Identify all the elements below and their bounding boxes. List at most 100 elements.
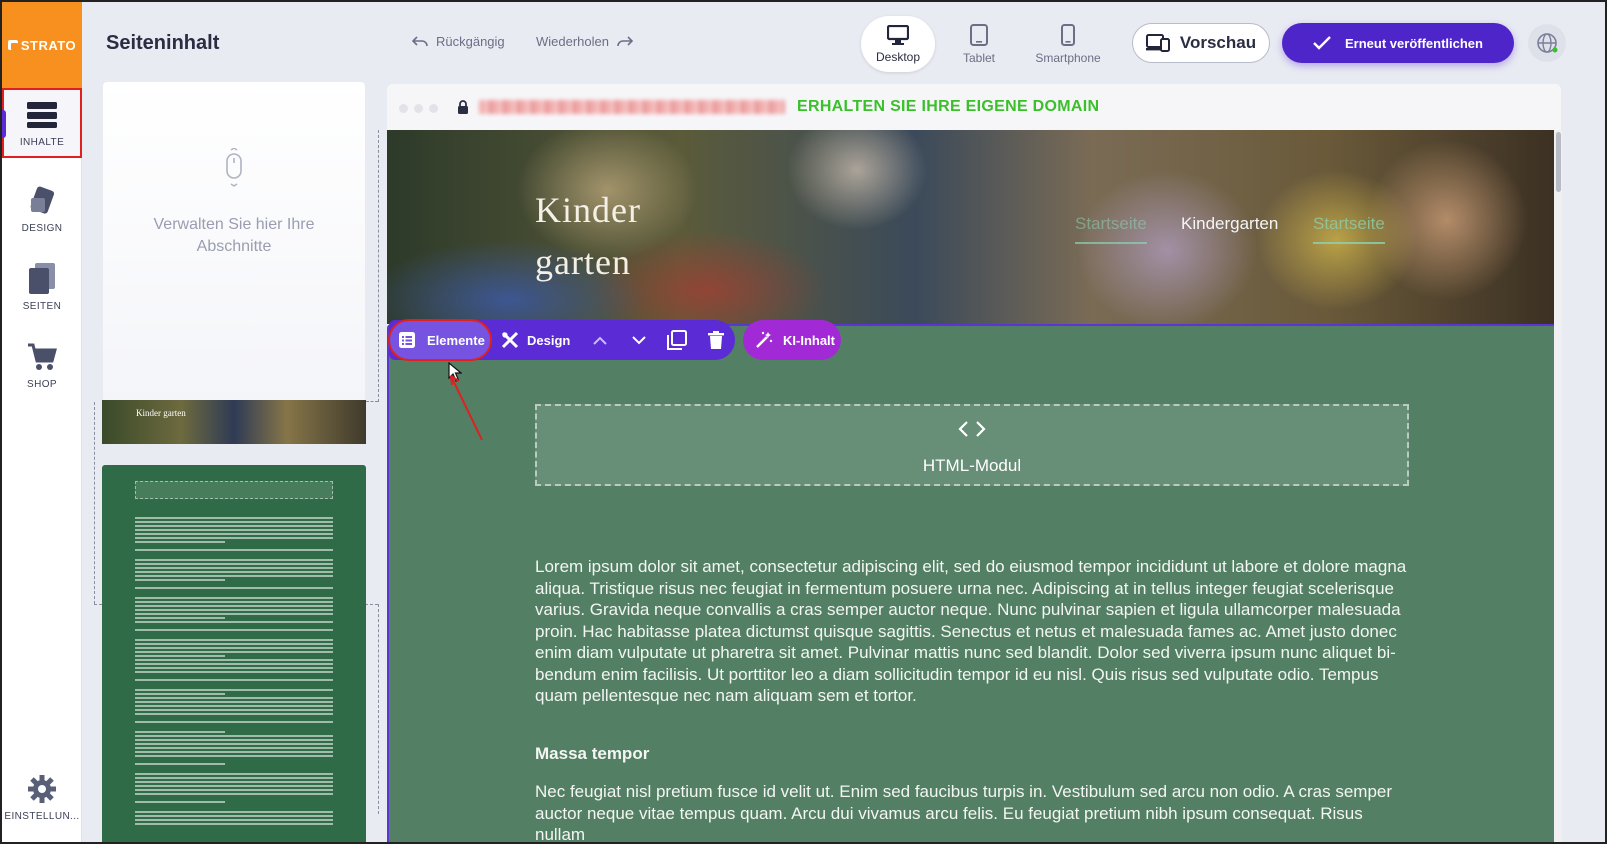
thumbnail-text-line <box>135 751 333 753</box>
thumbnail-text-line <box>135 655 225 657</box>
ai-content-label: KI-Inhalt <box>783 332 835 348</box>
mouse-scroll-icon <box>226 148 242 187</box>
thumbnail-text-line <box>135 705 333 707</box>
thumbnail-text-line <box>135 819 333 821</box>
thumbnail-text-line <box>135 517 333 519</box>
trash-icon <box>708 331 724 349</box>
ai-content-button[interactable]: KI-Inhalt <box>743 320 841 360</box>
tablet-icon <box>970 23 988 46</box>
thumbnail-text-line <box>135 617 225 619</box>
thumbnail-text-line <box>135 701 333 703</box>
rail-label: SEITEN <box>22 300 62 312</box>
content-heading[interactable]: Massa tempor <box>535 744 649 764</box>
redo-button[interactable]: Wiederholen <box>536 34 633 49</box>
html-module[interactable]: HTML-Modul <box>535 404 1409 486</box>
thumbnail-text-line <box>135 525 333 527</box>
rail-item-shop[interactable]: SHOP <box>2 330 82 400</box>
elements-label: Elemente <box>427 332 485 348</box>
rail-label: EINSTELLUN... <box>4 810 80 822</box>
section-thumbnail-header[interactable]: Kinder garten <box>102 400 366 444</box>
rail-item-seiten[interactable]: SEITEN <box>2 252 82 322</box>
thumbnail-text-line <box>135 651 333 653</box>
logo-text: STRATO <box>20 37 77 53</box>
thumbnail-text-line <box>135 521 333 523</box>
section-thumbnail-content[interactable] <box>102 465 366 842</box>
cart-icon <box>26 341 58 373</box>
language-button[interactable] <box>1528 24 1566 62</box>
section-design-button[interactable]: Design <box>501 320 570 360</box>
sections-hint: Verwalten Sie hier Ihre Abschnitte <box>153 216 315 255</box>
thumbnail-text-line <box>135 801 225 803</box>
thumbnail-text-line <box>135 739 333 741</box>
globe-icon <box>1537 33 1558 53</box>
thumbnail-text-line <box>135 549 333 551</box>
preview-button[interactable]: Vorschau <box>1132 23 1270 63</box>
thumbnail-text-line <box>135 777 333 779</box>
window-dot <box>429 104 438 113</box>
thumbnail-text-line <box>135 613 333 615</box>
thumbnail-text-line <box>135 747 333 749</box>
move-down-button[interactable] <box>628 329 650 351</box>
rail-label: DESIGN <box>21 222 63 234</box>
rail-item-einstellungen[interactable]: EINSTELLUN... <box>2 762 82 832</box>
content-paragraph[interactable]: Lorem ipsum dolor sit amet, consectetur … <box>535 556 1415 707</box>
move-up-button[interactable] <box>589 329 611 351</box>
publish-button[interactable]: Erneut veröffentlichen <box>1282 23 1514 63</box>
scrollbar-thumb[interactable] <box>1556 132 1561 192</box>
palette-icon <box>26 185 58 217</box>
strato-logo[interactable]: STRATO <box>2 2 82 88</box>
logo-mark-icon <box>7 40 18 50</box>
duplicate-button[interactable] <box>666 329 688 351</box>
preview-label: Vorschau <box>1179 33 1257 52</box>
thumbnail-title: Kinder garten <box>136 408 186 418</box>
thumbnail-text-line <box>135 575 333 577</box>
device-label: Tablet <box>962 50 996 65</box>
site-nav-kindergarten[interactable]: Kindergarten <box>1181 214 1278 244</box>
thumbnail-text-line <box>135 693 225 695</box>
device-desktop-button[interactable]: Desktop <box>861 16 935 72</box>
url-bar: ERHALTEN SIE IHRE EIGENE DOMAIN <box>387 84 1561 130</box>
device-smartphone-button[interactable]: Smartphone <box>1028 16 1108 72</box>
sections-icon <box>26 99 58 131</box>
thumbnail-text-line <box>135 609 333 611</box>
rail-item-inhalte[interactable]: INHALTE <box>2 88 82 158</box>
chevron-up-icon <box>593 336 607 345</box>
get-domain-link[interactable]: ERHALTEN SIE IHRE EIGENE DOMAIN <box>797 98 1099 116</box>
thumbnail-text-line <box>135 629 333 631</box>
thumbnail-text-line <box>135 815 333 817</box>
thumbnail-text-line <box>135 731 225 733</box>
site-nav-startseite[interactable]: Startseite <box>1075 214 1147 244</box>
thumbnail-text-line <box>135 793 333 795</box>
thumbnail-text-line <box>135 529 333 531</box>
thumbnail-text-line <box>135 571 333 573</box>
thumbnail-text-line <box>135 567 333 569</box>
publish-label: Erneut veröffentlichen <box>1345 35 1483 51</box>
thumbnail-text-line <box>135 663 333 665</box>
elements-button[interactable]: Elemente <box>388 319 492 361</box>
undo-label: Rückgängig <box>436 34 505 49</box>
thumbnail-text-line <box>135 735 333 737</box>
scrollbar[interactable] <box>1554 130 1562 842</box>
thumbnail-text-line <box>135 597 333 599</box>
thumbnail-text-line <box>135 643 333 645</box>
device-tablet-button[interactable]: Tablet <box>942 16 1016 72</box>
app-window: STRATO INHALTE DESIGN SEITEN SHOP EINSTE… <box>0 0 1607 844</box>
thumbnail-text-line <box>135 697 333 699</box>
site-title-line: Kinder <box>535 190 641 230</box>
undo-button[interactable]: Rückgängig <box>412 34 505 49</box>
hero-section[interactable]: Kinder garten Startseite Kindergarten St… <box>387 130 1561 324</box>
thumbnail-text-line <box>135 773 333 775</box>
delete-button[interactable] <box>705 329 727 351</box>
window-dot <box>414 104 423 113</box>
thumbnail-text-line <box>135 781 333 783</box>
rail-item-design[interactable]: DESIGN <box>2 174 82 244</box>
site-preview: ERHALTEN SIE IHRE EIGENE DOMAIN Kinder g… <box>387 84 1561 842</box>
magic-wand-icon <box>756 331 773 348</box>
section-toolbar: Elemente Design <box>388 319 735 361</box>
content-paragraph[interactable]: Nec feugiat nisl pretium fusce id velit … <box>535 781 1415 842</box>
pages-icon <box>26 262 58 295</box>
thumbnail-text-line <box>135 659 333 661</box>
thumbnail-text-line <box>135 563 333 565</box>
site-nav-startseite-2[interactable]: Startseite <box>1313 214 1385 244</box>
desktop-icon <box>887 24 909 45</box>
